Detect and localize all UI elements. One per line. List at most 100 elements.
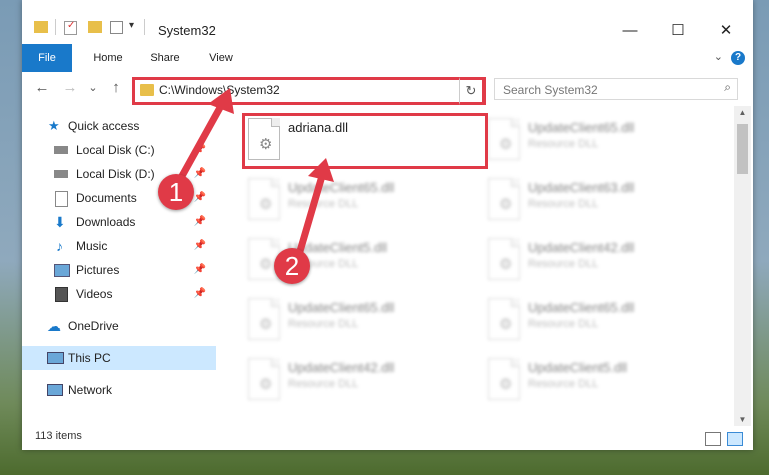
scroll-up-icon[interactable]: ▲ xyxy=(734,108,751,117)
gear-icon: ⚙ xyxy=(259,256,273,273)
file-item[interactable]: ⚙ UpdateClient42.dll Resource DLL xyxy=(244,354,474,408)
pin-icon[interactable]: 📌 xyxy=(194,258,206,282)
file-item[interactable]: ⚙ UpdateClient42.dll Resource DLL xyxy=(484,234,714,288)
sidebar-item-label: This PC xyxy=(68,351,111,365)
divider xyxy=(55,19,56,35)
tab-view[interactable]: View xyxy=(198,44,244,72)
forward-button[interactable]: → xyxy=(60,78,80,98)
tab-file[interactable]: File xyxy=(22,44,72,72)
documents-icon xyxy=(55,191,68,207)
divider xyxy=(144,19,145,35)
file-item[interactable]: ⚙ UpdateClient63.dll Resource DLL xyxy=(484,174,714,228)
gear-icon: ⚙ xyxy=(499,196,513,213)
address-bar[interactable]: C:\Windows\System32 ⌄ xyxy=(132,77,486,105)
file-name: UpdateClient42.dll xyxy=(528,240,635,255)
dll-file-icon: ⚙ xyxy=(248,178,280,220)
callout-2: 2 xyxy=(274,248,310,284)
file-type: Resource DLL xyxy=(528,198,599,210)
sidebar-item-label: Music xyxy=(76,239,108,253)
sidebar-item-label: Pictures xyxy=(76,263,120,277)
file-name: UpdateClient65.dll xyxy=(288,180,395,195)
sidebar-item-network[interactable]: Network xyxy=(22,378,216,402)
pin-icon[interactable]: 📌 xyxy=(194,234,206,258)
file-item[interactable]: ⚙ UpdateClient65.dll Resource DLL xyxy=(484,294,714,348)
tab-share[interactable]: Share xyxy=(140,44,190,72)
pin-icon[interactable]: 📌 xyxy=(194,162,206,186)
scroll-down-icon[interactable]: ▼ xyxy=(734,415,751,424)
sidebar-item-onedrive[interactable]: ☁ OneDrive xyxy=(22,314,216,338)
large-icons-view-icon[interactable] xyxy=(727,432,743,446)
file-item[interactable]: ⚙ UpdateClient65.dll Resource DLL xyxy=(244,174,474,228)
ribbon: File Home Share View ⌄ ? xyxy=(22,44,753,73)
sidebar-item-videos[interactable]: Videos 📌 xyxy=(22,282,216,306)
scroll-thumb[interactable] xyxy=(737,124,748,174)
sidebar-item-this-pc[interactable]: This PC xyxy=(22,346,216,370)
sidebar-item-label: Downloads xyxy=(76,215,136,229)
callout-1: 1 xyxy=(158,174,194,210)
sidebar-item-downloads[interactable]: ⬇ Downloads 📌 xyxy=(22,210,216,234)
dll-file-icon: ⚙ xyxy=(248,298,280,340)
pictures-icon xyxy=(54,264,70,277)
gear-icon: ⚙ xyxy=(499,316,513,333)
file-name: UpdateClient63.dll xyxy=(528,180,635,195)
explorer-window: ✓ ▾ System32 — ☐ ✕ File Home Share View … xyxy=(22,0,753,450)
sidebar-item-label: Local Disk (C:) xyxy=(76,143,155,157)
gear-icon: ⚙ xyxy=(259,376,273,393)
back-button[interactable]: ← xyxy=(32,78,52,98)
customize-toolbar-icon[interactable]: ▾ xyxy=(129,20,134,31)
gear-icon: ⚙ xyxy=(499,136,513,153)
view-options-icon[interactable] xyxy=(110,21,123,34)
folder-icon xyxy=(140,84,154,96)
help-button[interactable]: ? xyxy=(731,51,745,65)
file-name: UpdateClient65.dll xyxy=(288,300,395,315)
pin-icon[interactable]: 📌 xyxy=(194,282,206,306)
minimize-button[interactable]: — xyxy=(607,18,653,44)
item-count: 113 items xyxy=(35,430,82,442)
properties-icon[interactable]: ✓ xyxy=(64,20,77,35)
expand-ribbon-icon[interactable]: ⌄ xyxy=(714,50,723,63)
star-icon: ★ xyxy=(48,118,60,133)
file-item[interactable]: ⚙ UpdateClient65.dll Resource DLL xyxy=(484,114,714,168)
sidebar-item-quick-access[interactable]: ★ Quick access xyxy=(22,114,216,138)
new-folder-icon[interactable] xyxy=(88,21,102,33)
folder-icon[interactable] xyxy=(34,21,48,33)
tab-home[interactable]: Home xyxy=(82,44,134,72)
navigation-pane: ★ Quick access Local Disk (C:) 📌 Local D… xyxy=(22,106,216,426)
dll-file-icon: ⚙ xyxy=(248,358,280,400)
sidebar-item-local-disk-c[interactable]: Local Disk (C:) 📌 xyxy=(22,138,216,162)
dll-file-icon: ⚙ xyxy=(488,118,520,160)
up-button[interactable]: ↑ xyxy=(106,78,126,98)
file-type: Resource DLL xyxy=(528,318,599,330)
dll-file-icon: ⚙ xyxy=(488,298,520,340)
search-input[interactable] xyxy=(501,81,705,99)
status-bar: 113 items xyxy=(22,426,753,450)
file-item[interactable]: ⚙ UpdateClient5.dll Resource DLL xyxy=(484,354,714,408)
maximize-button[interactable]: ☐ xyxy=(655,18,701,44)
gear-icon: ⚙ xyxy=(499,376,513,393)
file-name: UpdateClient65.dll xyxy=(528,120,635,135)
sidebar-item-pictures[interactable]: Pictures 📌 xyxy=(22,258,216,282)
dll-file-icon: ⚙ xyxy=(488,178,520,220)
vertical-scrollbar[interactable]: ▲ ▼ xyxy=(734,106,751,426)
pin-icon[interactable]: 📌 xyxy=(194,138,206,162)
sidebar-item-label: Network xyxy=(68,383,113,397)
search-box[interactable]: ⌕ xyxy=(494,78,738,100)
drive-icon xyxy=(54,170,68,178)
file-item[interactable]: ⚙ UpdateClient65.dll Resource DLL xyxy=(244,294,474,348)
cloud-icon: ☁ xyxy=(47,318,61,334)
title-bar: ✓ ▾ System32 — ☐ ✕ xyxy=(22,0,753,44)
sidebar-item-music[interactable]: ♪ Music 📌 xyxy=(22,234,216,258)
refresh-button[interactable]: ↻ xyxy=(459,77,485,105)
file-type: Resource DLL xyxy=(528,378,599,390)
pin-icon[interactable]: 📌 xyxy=(194,186,206,210)
highlight-box xyxy=(242,113,488,169)
recent-locations-button[interactable]: ⌄ xyxy=(86,78,100,98)
pin-icon[interactable]: 📌 xyxy=(194,210,206,234)
details-view-icon[interactable] xyxy=(705,432,721,446)
computer-icon xyxy=(47,352,64,364)
file-type: Resource DLL xyxy=(288,378,359,390)
search-icon: ⌕ xyxy=(724,80,731,94)
drive-icon xyxy=(54,146,68,154)
videos-icon xyxy=(55,287,68,302)
close-button[interactable]: ✕ xyxy=(703,18,749,44)
